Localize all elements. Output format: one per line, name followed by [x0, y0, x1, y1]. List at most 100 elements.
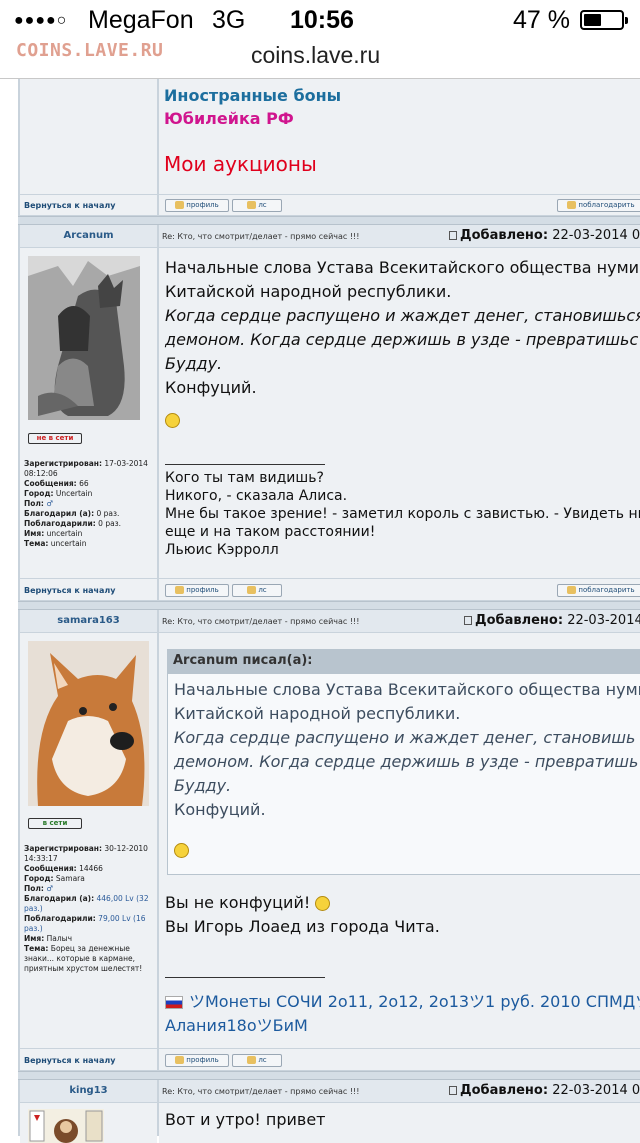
meta-value: 0 раз. — [96, 509, 120, 518]
added-date: 22-03-2014 05 — [552, 1083, 640, 1098]
profile-button-label: профиль — [186, 586, 219, 594]
russian-flag-icon — [165, 996, 183, 1009]
profile-button[interactable]: профиль — [165, 199, 229, 212]
post-footer-right: профиль лс — [159, 1049, 640, 1070]
link-my-auctions[interactable]: Мои аукционы — [164, 152, 317, 176]
profile-button[interactable]: профиль — [165, 584, 229, 597]
signature-line: Мне бы такое зрение! - заметил король с … — [165, 506, 640, 522]
signature: ツМонеты СОЧИ 2o11, 2o12, 2o13ツ1 руб. 201… — [165, 967, 640, 1038]
post-separator — [18, 216, 640, 225]
meta-value: 0 раз. — [98, 519, 122, 528]
thumbs-up-icon — [567, 586, 577, 594]
signature-line: еще и на таком расстоянии! — [165, 524, 376, 540]
pm-icon — [247, 201, 257, 209]
meta-topic: Тема: uncertain — [24, 539, 156, 549]
author-nick[interactable]: samara163 — [20, 615, 157, 626]
post-line: Конфуций. — [165, 378, 257, 397]
meta-thanked-by: Поблагодарили: 79,00 Lv (16 раз.) — [24, 914, 156, 934]
meta-key: Город: — [24, 874, 54, 883]
avatar[interactable] — [28, 1109, 104, 1143]
pm-button-label: лс — [258, 586, 267, 594]
clock: 10:56 — [290, 6, 354, 34]
signature: Кого ты там видишь? Никого, - сказала Ал… — [165, 454, 640, 559]
added-date: 22-03-2014 04 — [552, 228, 640, 243]
online-status-badge: в сети — [28, 818, 82, 829]
profile-button-label: профиль — [186, 201, 219, 209]
back-to-top-link[interactable]: Вернуться к началу — [24, 201, 115, 210]
pm-button-label: лс — [258, 1056, 267, 1064]
meta-gender: Пол: ♂ — [24, 499, 156, 509]
link-jubilee-rf[interactable]: Юбилейка РФ — [164, 109, 294, 128]
signature-line: Никого, - сказала Алиса. — [165, 488, 348, 504]
avatar[interactable] — [28, 256, 140, 420]
post-header: Re: Кто, что смотрит/делает - прямо сейч… — [159, 225, 640, 247]
meta-key: Поблагодарили: — [24, 519, 96, 528]
pm-button[interactable]: лс — [232, 584, 282, 597]
author-nick[interactable]: king13 — [20, 1085, 157, 1096]
top-post-body: Иностранные боны Юбилейка РФ Мои аукцион… — [159, 79, 640, 194]
post-footer-left: Вернуться к началу — [20, 1049, 157, 1070]
meta-value: uncertain — [50, 539, 87, 548]
post-subject[interactable]: Re: Кто, что смотрит/делает - прямо сейч… — [162, 617, 359, 626]
signature-line: Льюис Кэрролл — [165, 542, 279, 558]
meta-key: Город: — [24, 489, 54, 498]
pm-button[interactable]: лс — [232, 199, 282, 212]
post-line: Вы Игорь Лоаед из города Чита. — [165, 917, 440, 936]
post-line: Вы не конфуций! — [165, 891, 440, 915]
post-author-header: samara163 — [20, 610, 157, 632]
meta-value: uncertain — [46, 529, 83, 538]
meta-key: Тема: — [24, 539, 49, 548]
signature-line[interactable]: ツМонеты СОЧИ 2o11, 2o12, 2o13ツ1 руб. 201… — [165, 990, 640, 1014]
url-text[interactable]: coins.lave.ru — [251, 42, 380, 69]
post-added: Добавлено: 22-03-2014 — [464, 613, 640, 628]
signature-divider — [165, 454, 325, 465]
back-to-top-link[interactable]: Вернуться к началу — [24, 1056, 115, 1065]
link-foreign-notes[interactable]: Иностранные боны — [164, 86, 341, 105]
thanks-button[interactable]: поблагодарить — [557, 584, 640, 597]
meta-key: Пол: — [24, 884, 44, 893]
signal-strength-icon: ●●●●○ — [14, 12, 68, 29]
quote-line: Когда сердце распущено и жаждет денег, с… — [174, 728, 636, 747]
pm-button[interactable]: лс — [232, 1054, 282, 1067]
smile-icon — [315, 896, 331, 911]
author-panel — [20, 1103, 157, 1143]
quote-text: Начальные слова Устава Всекитайского общ… — [174, 678, 640, 862]
avatar[interactable] — [28, 641, 149, 806]
meta-value: Uncertain — [55, 489, 93, 498]
battery-icon — [580, 10, 628, 30]
online-status-label: в сети — [42, 819, 68, 827]
author-meta: Зарегистрирован: 17-03-2014 08:12:06 Соо… — [24, 459, 156, 549]
meta-registered: Зарегистрирован: 17-03-2014 08:12:06 — [24, 459, 156, 479]
added-label: Добавлено: — [460, 228, 549, 243]
profile-button[interactable]: профиль — [165, 1054, 229, 1067]
meta-key: Тема: — [24, 944, 49, 953]
meta-city: Город: Samara — [24, 874, 156, 884]
meta-city: Город: Uncertain — [24, 489, 156, 499]
back-to-top-link[interactable]: Вернуться к началу — [24, 586, 115, 595]
post-line: Вот и утро! привет — [165, 1110, 326, 1129]
signature-link[interactable]: ツМонеты СОЧИ 2o11, 2o12, 2o13ツ1 руб. 201… — [189, 992, 640, 1011]
meta-gender: Пол: ♂ — [24, 884, 156, 894]
post-subject[interactable]: Re: Кто, что смотрит/делает - прямо сейч… — [162, 1087, 359, 1096]
meta-name: Имя: Палыч — [24, 934, 156, 944]
added-label: Добавлено: — [460, 1083, 549, 1098]
thanks-button-label: поблагодарить — [578, 586, 635, 594]
thanks-button[interactable]: поблагодарить — [557, 199, 640, 212]
quote-line: Начальные слова Устава Всекитайского общ… — [174, 680, 640, 699]
meta-value: 66 — [79, 479, 89, 488]
offline-status-badge: не в сети — [28, 433, 82, 444]
smile-icon — [174, 843, 189, 858]
smile-row — [165, 400, 640, 434]
signature-line: Кого ты там видишь? — [165, 470, 324, 486]
address-bar[interactable]: COINS.LAVE.RU coins.lave.ru — [0, 40, 640, 79]
signature-link[interactable]: Алания18oツБиМ — [165, 1014, 640, 1038]
quote-line: Будду. — [174, 776, 232, 795]
post-subject[interactable]: Re: Кто, что смотрит/делает - прямо сейч… — [162, 232, 359, 241]
profile-button-label: профиль — [186, 1056, 219, 1064]
meta-key: Благодарил (а): — [24, 894, 95, 903]
quote-line: Конфуций. — [174, 800, 266, 819]
battery-percent: 47 % — [513, 6, 570, 34]
author-nick[interactable]: Arcanum — [20, 230, 157, 241]
top-post-footer-right: профиль лс поблагодарить — [159, 195, 640, 215]
forum-thread: Иностранные боны Юбилейка РФ Мои аукцион… — [18, 79, 640, 1143]
